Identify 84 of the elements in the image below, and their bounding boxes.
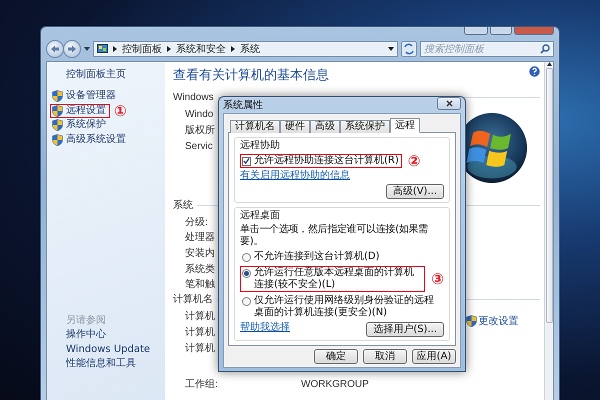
breadcrumb-arrow-icon: [167, 46, 171, 52]
close-icon: [446, 100, 452, 107]
back-button[interactable]: [46, 40, 64, 58]
shield-icon: [52, 119, 63, 132]
info-link[interactable]: 有关启用远程协助的信息: [240, 170, 350, 182]
help-link[interactable]: 帮助我选择: [240, 322, 290, 334]
select-users-button[interactable]: 选择用户(S)...: [366, 322, 444, 337]
radio-button[interactable]: [242, 296, 251, 306]
scrollbar[interactable]: [544, 62, 553, 400]
dropdown-arrow-icon[interactable]: [388, 47, 394, 51]
sidebar-link[interactable]: 性能信息和工具: [50, 357, 136, 372]
shield-icon: [52, 90, 63, 102]
annotation-number: ①: [114, 104, 127, 118]
scroll-up-icon[interactable]: [546, 62, 552, 66]
checkbox[interactable]: [242, 156, 251, 166]
tab[interactable]: 远程: [390, 118, 420, 133]
maximize-button[interactable]: [490, 27, 512, 35]
info-label: 安装内: [185, 246, 215, 260]
radio-button[interactable]: [242, 252, 251, 262]
breadcrumb-item[interactable]: 控制面板: [122, 42, 162, 56]
tab[interactable]: 高级: [310, 120, 340, 133]
close-button[interactable]: [437, 97, 461, 110]
annotation-number: ③: [431, 272, 444, 286]
breadcrumb-item[interactable]: 系统: [240, 42, 260, 56]
sidebar-item[interactable]: 设备管理器: [50, 89, 120, 104]
left-arrow-icon: [50, 45, 60, 53]
dialog-button[interactable]: 取消: [363, 349, 407, 364]
scrollbar-thumb[interactable]: [546, 68, 552, 323]
info-label: 计算机: [185, 342, 215, 355]
radio-button[interactable]: [242, 268, 251, 278]
shield-icon: [52, 134, 63, 146]
info-label: 处理器: [185, 230, 215, 244]
info-label: 笔和触: [185, 278, 215, 292]
right-arrow-icon: [67, 45, 77, 53]
group-title: 远程桌面: [240, 210, 280, 222]
info-label: 系统类: [185, 262, 215, 276]
tab[interactable]: 硬件: [280, 120, 310, 133]
breadcrumb-arrow-icon: [231, 46, 235, 52]
section-heading: 计算机名: [173, 292, 213, 306]
page-title: 查看有关计算机的基本信息: [173, 68, 329, 84]
shield-icon: [52, 104, 63, 117]
refresh-icon[interactable]: [401, 41, 417, 57]
advanced-button[interactable]: 高级(V)...: [386, 184, 444, 199]
breadcrumb-arrow-icon: [113, 46, 117, 52]
info-label: 版权所: [185, 124, 215, 137]
dialog-title: 系统属性: [223, 98, 263, 112]
annotation-number: ②: [408, 154, 420, 168]
radio-option[interactable]: 不允许连接到这台计算机(D): [240, 250, 383, 264]
see-also-heading: 另请参阅: [65, 314, 106, 328]
sidebar-item[interactable]: 远程设置: [50, 104, 110, 118]
info-label: Servic: [185, 140, 213, 152]
sidebar-home-link[interactable]: 控制面板主页: [50, 68, 126, 82]
search-icon[interactable]: [540, 44, 550, 54]
info-label: 工作组:: [185, 378, 218, 391]
minimize-button[interactable]: [464, 27, 488, 35]
sidebar-link[interactable]: Windows Update: [50, 342, 150, 357]
group-title: 远程协助: [240, 140, 280, 152]
dropdown-arrow-icon[interactable]: [84, 47, 90, 51]
breadcrumb-item[interactable]: 系统和安全: [176, 42, 226, 56]
search-field[interactable]: 搜索控制面板: [424, 44, 540, 54]
info-label: 分级:: [185, 216, 208, 229]
address-bar[interactable]: 控制面板 系统和安全 系统: [93, 41, 398, 57]
section-heading: Windows: [173, 92, 214, 102]
sidebar-item[interactable]: 高级系统设置: [50, 132, 130, 147]
checkbox-option[interactable]: 允许远程协助连接这台计算机(R): [240, 154, 402, 168]
instruction-text: 单击一个选项，然后指定谁可以连接(如果需要)。: [240, 224, 429, 248]
sidebar-link[interactable]: 操作中心: [50, 328, 106, 342]
tab[interactable]: 系统保护: [340, 120, 390, 133]
section-heading: 系统: [173, 198, 193, 212]
sidebar-item[interactable]: 系统保护: [50, 118, 110, 132]
tab[interactable]: 计算机名: [230, 120, 280, 133]
dialog-button[interactable]: 确定: [314, 349, 358, 364]
info-label: Windo: [185, 108, 214, 120]
search-box[interactable]: 搜索控制面板: [420, 41, 554, 57]
forward-button[interactable]: [63, 40, 81, 58]
info-value: WORKGROUP: [301, 378, 369, 390]
radio-option[interactable]: 仅允许运行使用网络级别身份验证的远程桌面的计算机连接(更安全)(N): [240, 294, 444, 320]
info-label: 计算机: [185, 310, 215, 323]
radio-option[interactable]: 允许运行任意版本远程桌面的计算机连接(较不安全)(L): [240, 266, 426, 292]
dialog-button[interactable]: 应用(A): [412, 349, 456, 364]
help-icon[interactable]: [529, 66, 540, 77]
info-label: 计算机: [185, 326, 215, 339]
control-panel-icon: [97, 44, 108, 54]
shield-icon: [466, 315, 476, 327]
